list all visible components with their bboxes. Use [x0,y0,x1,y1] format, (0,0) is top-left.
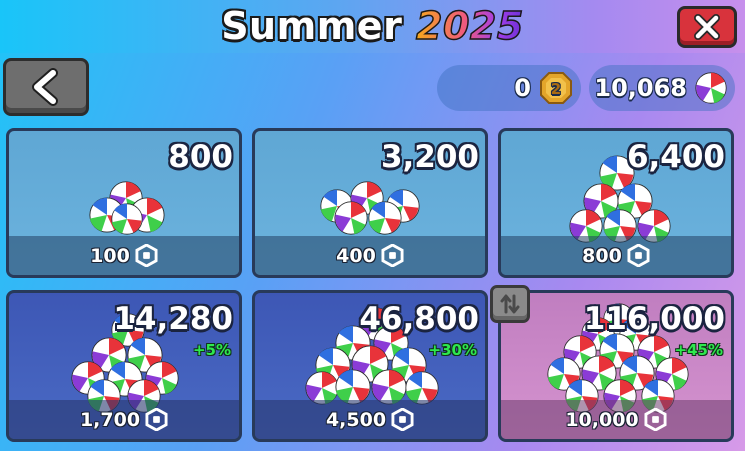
robux-icon [391,408,414,431]
buy-button[interactable]: 400 [255,236,485,275]
bonus-label: +30% [428,341,477,359]
pack-card-3200[interactable]: 3,200 400 [252,128,488,278]
beach-ball-icon [695,72,727,104]
robux-icon [644,408,667,431]
pack-amount: 3,200 [380,139,479,175]
pack-amount: 116,000 [583,301,725,337]
price-label: 800 [582,244,622,267]
pack-card-6400[interactable]: 6,400 800 [498,128,734,278]
close-icon [694,14,720,40]
pack-amount: 6,400 [626,139,725,175]
buy-button[interactable]: 1,700 [9,400,239,439]
pack-card-46800[interactable]: 46,800 +30% 4,500 [252,290,488,442]
back-button[interactable] [3,58,89,116]
robux-icon [135,244,158,267]
close-button[interactable] [677,6,737,48]
price-label: 400 [336,244,376,267]
title-word: Summer [221,4,403,48]
robux-icon [627,244,650,267]
swap-arrows-icon [500,294,520,314]
pack-amount: 46,800 [359,301,479,337]
buy-button[interactable]: 800 [501,236,731,275]
bonus-label: +5% [192,341,231,359]
pack-amount: 800 [168,139,233,175]
coins-amount: 0 [514,74,531,102]
title-year: 2025 [415,3,524,49]
buy-button[interactable]: 100 [9,236,239,275]
buy-button[interactable]: 10,000 [501,400,731,439]
beach-balls-amount: 10,068 [594,74,687,102]
price-label: 4,500 [325,408,387,431]
price-label: 1,700 [79,408,141,431]
page-title: Summer 2025 [0,3,745,49]
beach-ball-pile-icon [320,181,420,235]
coin-badge-text: 2 [551,80,561,98]
pack-card-116000[interactable]: 116,000 +45% 10,000 [498,290,734,442]
bonus-label: +45% [674,341,723,359]
gold-coin-2-icon: 2 [540,72,572,104]
price-label: 10,000 [565,408,639,431]
robux-icon [381,244,404,267]
beach-ball-pile-icon [89,181,165,235]
pack-amount: 14,280 [113,301,233,337]
pack-card-800[interactable]: 800 100 [6,128,242,278]
pack-card-14280[interactable]: 14,280 +5% 1,700 [6,290,242,442]
buy-button[interactable]: 4,500 [255,400,485,439]
robux-icon [145,408,168,431]
price-label: 100 [90,244,130,267]
beach-balls-balance: 10,068 [589,65,735,111]
swap-button[interactable] [490,285,530,323]
chevron-left-icon [32,68,58,106]
coins-balance: 0 2 [437,65,581,111]
